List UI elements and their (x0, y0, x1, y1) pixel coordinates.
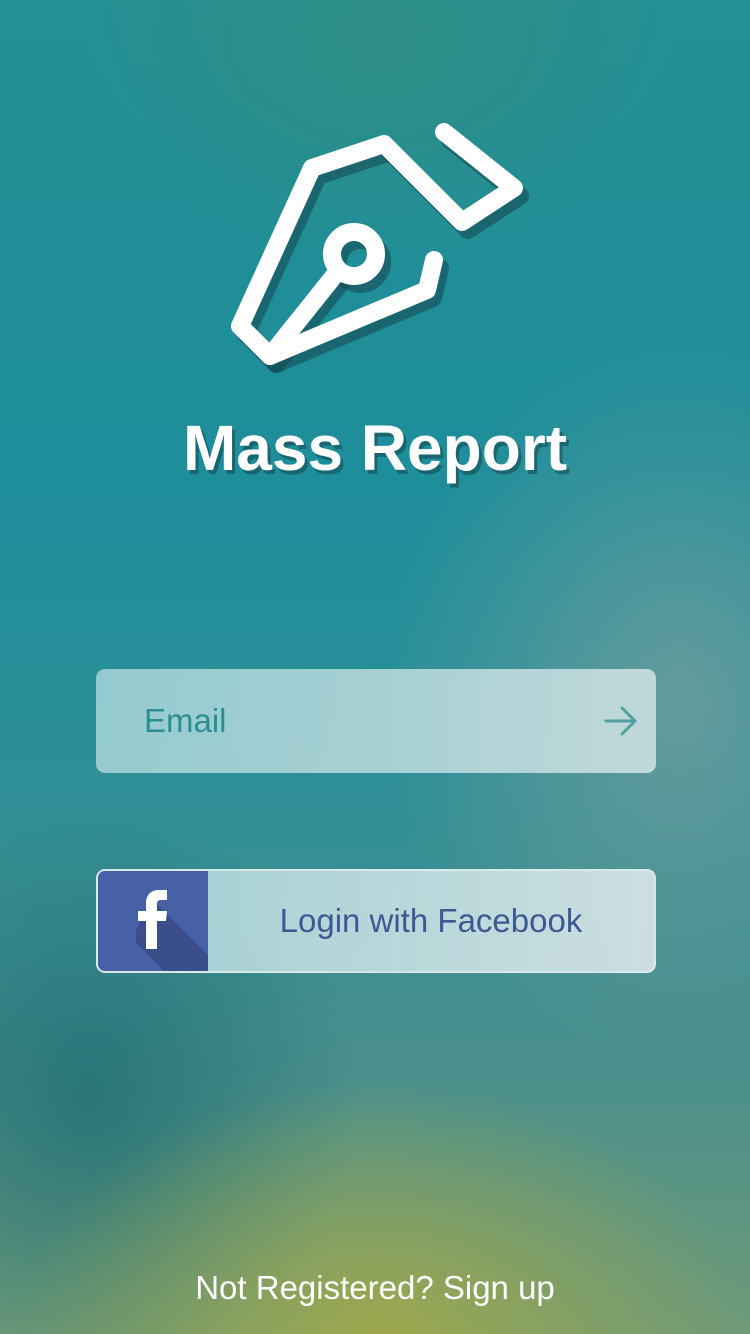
email-placeholder: Email (144, 702, 227, 739)
signup-link[interactable]: Not Registered? Sign up (0, 1266, 750, 1310)
facebook-login-label: Login with Facebook (279, 902, 583, 939)
facebook-icon-box (98, 871, 208, 971)
arrow-right-icon[interactable] (604, 705, 638, 737)
fountain-pen-nib-icon (231, 123, 529, 373)
email-field[interactable]: Email (96, 669, 656, 773)
facebook-login-button[interactable]: Login with Facebook (96, 869, 656, 973)
facebook-icon (136, 890, 208, 971)
app-title: Mass Report (182, 412, 568, 484)
